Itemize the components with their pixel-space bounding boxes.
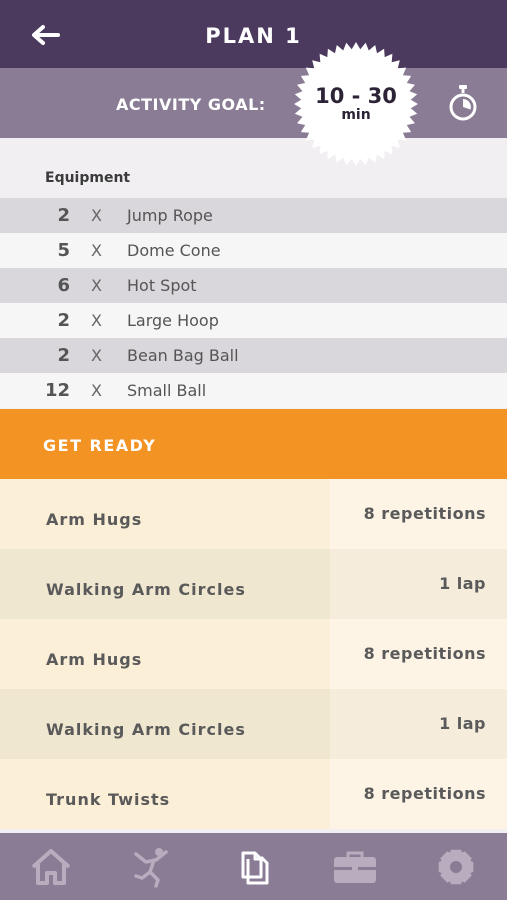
gear-hole (450, 860, 463, 873)
gear-icon (439, 849, 474, 884)
activity-name-cell: Walking Arm Circles (0, 689, 330, 759)
activity-name-cell: Walking Arm Circles (0, 549, 330, 619)
activity-row[interactable]: Walking Arm Circles 1 lap (0, 689, 507, 759)
equipment-row: 2 X Bean Bag Ball (0, 338, 507, 373)
activity-amount: 8 repetitions (363, 784, 486, 803)
stopwatch-icon (449, 85, 477, 121)
home-icon (31, 848, 71, 885)
equipment-qty: 2 (57, 345, 70, 366)
equipment-qty: 12 (44, 380, 70, 401)
bottom-tab-bar (0, 833, 507, 900)
activity-amount-cell: 8 repetitions (330, 619, 507, 689)
equipment-qty: 6 (57, 275, 70, 296)
equipment-times: X (91, 346, 102, 365)
equipment-row: 12 X Small Ball (0, 373, 507, 408)
briefcase-icon (333, 851, 376, 883)
activity-figure-icon (134, 847, 168, 888)
activity-amount: 8 repetitions (363, 644, 486, 663)
activity-row[interactable]: Arm Hugs 8 repetitions (0, 479, 507, 549)
equipment-qty: 2 (57, 205, 70, 226)
timer-button[interactable] (448, 84, 478, 122)
activity-amount-cell: 8 repetitions (330, 759, 507, 829)
activity-name: Arm Hugs (46, 650, 143, 669)
equipment-name: Dome Cone (127, 241, 221, 260)
activity-amount-cell: 1 lap (330, 549, 507, 619)
equipment-name: Jump Rope (127, 206, 213, 225)
goal-badge-text: 10 - 30 min (290, 84, 422, 122)
tab-settings[interactable] (406, 833, 507, 900)
equipment-row: 6 X Hot Spot (0, 268, 507, 303)
activity-name: Trunk Twists (46, 790, 171, 809)
documents-icon (241, 851, 269, 884)
equipment-qty: 5 (57, 240, 70, 261)
equipment-times: X (91, 381, 102, 400)
activity-name-cell: Arm Hugs (0, 479, 330, 549)
equipment-times: X (91, 276, 102, 295)
goal-range: 10 - 30 (315, 84, 397, 108)
tab-plans[interactable] (203, 833, 304, 900)
activity-list: Arm Hugs 8 repetitions Walking Arm Circl… (0, 479, 507, 829)
activity-row[interactable]: Walking Arm Circles 1 lap (0, 549, 507, 619)
section-header-label: GET READY (43, 436, 157, 455)
equipment-times: X (91, 311, 102, 330)
activity-amount-cell: 8 repetitions (330, 479, 507, 549)
activity-amount: 8 repetitions (363, 504, 486, 523)
activity-amount: 1 lap (439, 574, 486, 593)
equipment-name: Hot Spot (127, 276, 197, 295)
page-title: PLAN 1 (205, 24, 302, 48)
activity-row[interactable]: Trunk Twists 8 repetitions (0, 759, 507, 829)
equipment-name: Bean Bag Ball (127, 346, 239, 365)
activity-name: Walking Arm Circles (46, 580, 246, 599)
activity-name-cell: Arm Hugs (0, 619, 330, 689)
activity-name: Walking Arm Circles (46, 720, 246, 739)
activity-name-cell: Trunk Twists (0, 759, 330, 829)
activity-name: Arm Hugs (46, 510, 143, 529)
goal-unit: min (341, 107, 371, 123)
equipment-list: 2 X Jump Rope 5 X Dome Cone 6 X Hot Spot… (0, 198, 507, 408)
tab-home[interactable] (0, 833, 101, 900)
equipment-times: X (91, 241, 102, 260)
tab-activities[interactable] (101, 833, 202, 900)
equipment-qty: 2 (57, 310, 70, 331)
equipment-row: 2 X Large Hoop (0, 303, 507, 338)
equipment-title: Equipment (45, 170, 131, 186)
activity-amount-cell: 1 lap (330, 689, 507, 759)
activity-goal-label: ACTIVITY GOAL: (116, 95, 266, 114)
activity-row[interactable]: Arm Hugs 8 repetitions (0, 619, 507, 689)
equipment-row: 2 X Jump Rope (0, 198, 507, 233)
equipment-times: X (91, 206, 102, 225)
tab-equipment[interactable] (304, 833, 405, 900)
equipment-name: Large Hoop (127, 311, 219, 330)
equipment-row: 5 X Dome Cone (0, 233, 507, 268)
equipment-name: Small Ball (127, 381, 207, 400)
activity-amount: 1 lap (439, 714, 486, 733)
